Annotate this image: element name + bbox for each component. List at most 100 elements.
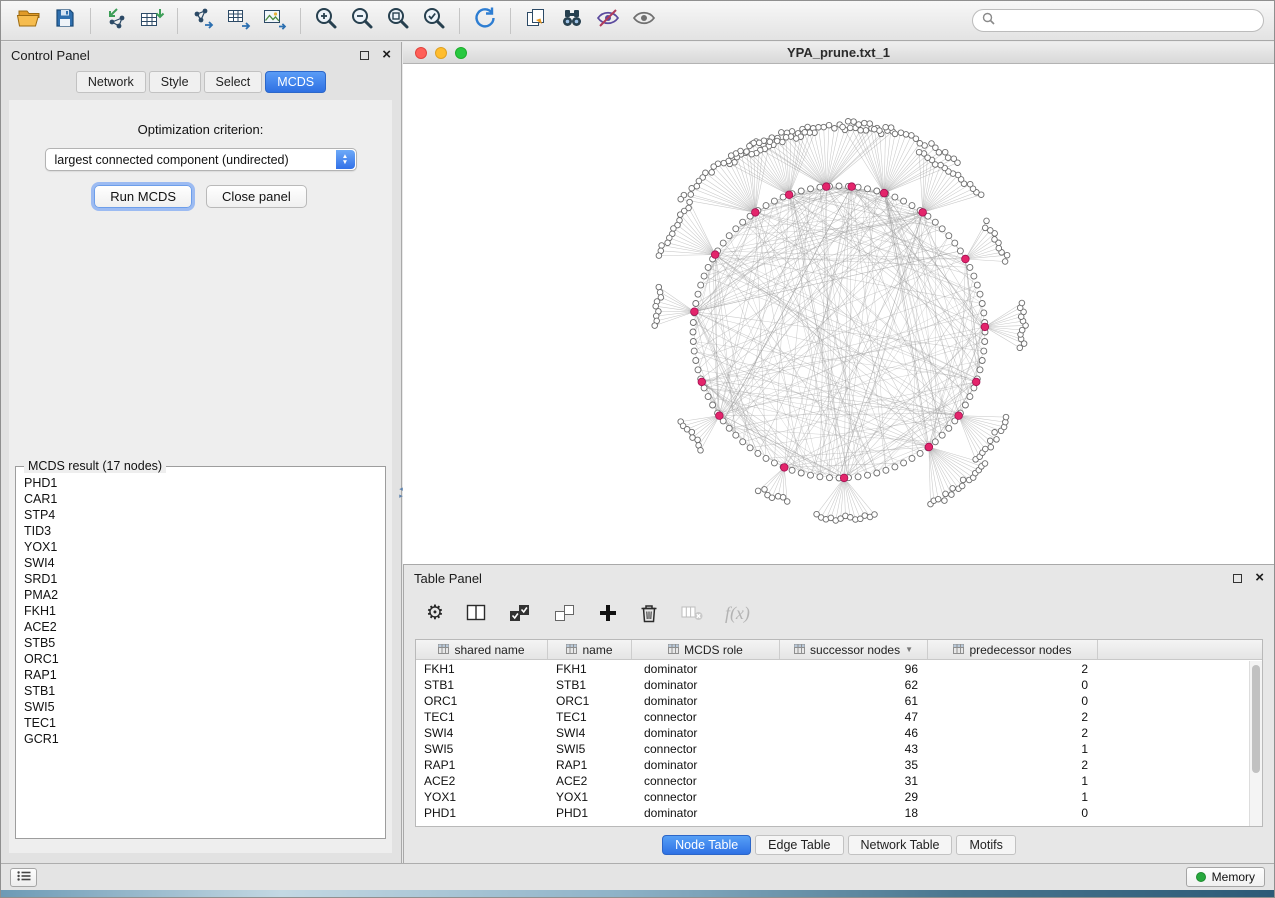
mcds-result-item[interactable]: RAP1: [24, 667, 377, 683]
mcds-result-item[interactable]: STP4: [24, 507, 377, 523]
show-columns-button[interactable]: [465, 603, 487, 623]
close-panel-icon[interactable]: ×: [1255, 573, 1264, 583]
mcds-result-item[interactable]: SRD1: [24, 571, 377, 587]
table-cell-mcds-role: dominator: [632, 677, 780, 693]
add-column-button[interactable]: [598, 603, 618, 623]
network-title: YPA_prune.txt_1: [403, 45, 1274, 60]
mcds-result-item[interactable]: STB1: [24, 683, 377, 699]
mcds-result-item[interactable]: GCR1: [24, 731, 377, 747]
zoom-in-button[interactable]: [308, 5, 344, 37]
table-cell-shared-name: STB1: [416, 677, 548, 693]
tab-network-table[interactable]: Network Table: [848, 835, 953, 855]
export-image-button[interactable]: [257, 5, 293, 37]
column-header-shared-name[interactable]: shared name: [416, 640, 548, 659]
collapse-left-icon[interactable]: ◂: [396, 486, 406, 493]
zoom-out-button[interactable]: [344, 5, 380, 37]
memory-button[interactable]: Memory: [1186, 867, 1265, 887]
network-graph[interactable]: [403, 64, 1274, 564]
table-row[interactable]: SWI5SWI5connector431: [416, 741, 1249, 757]
column-header-predecessor-nodes[interactable]: predecessor nodes: [928, 640, 1098, 659]
deselect-all-button[interactable]: [553, 603, 577, 623]
table-cell-name: STB1: [548, 677, 632, 693]
save-session-button[interactable]: [47, 5, 83, 37]
mcds-result-item[interactable]: CAR1: [24, 491, 377, 507]
mcds-result-item[interactable]: SWI5: [24, 699, 377, 715]
search-icon: [982, 12, 995, 30]
mcds-result-item[interactable]: PHD1: [24, 475, 377, 491]
network-canvas[interactable]: [403, 64, 1274, 564]
minimize-window-icon[interactable]: [435, 47, 447, 59]
open-file-button[interactable]: [11, 5, 47, 37]
column-header-name[interactable]: name: [548, 640, 632, 659]
float-panel-icon[interactable]: [360, 51, 369, 60]
find-neighbors-button[interactable]: [554, 5, 590, 37]
scrollbar-thumb[interactable]: [1252, 665, 1260, 773]
table-row[interactable]: YOX1YOX1connector291: [416, 789, 1249, 805]
mcds-result-item[interactable]: TEC1: [24, 715, 377, 731]
tab-network[interactable]: Network: [76, 71, 146, 93]
show-all-button[interactable]: [626, 5, 662, 37]
table-cell-predecessor-nodes: 2: [928, 757, 1098, 773]
table-row[interactable]: STB1STB1dominator620: [416, 677, 1249, 693]
tab-style[interactable]: Style: [149, 71, 201, 93]
function-builder-button[interactable]: f(x): [725, 603, 750, 624]
mcds-result-item[interactable]: FKH1: [24, 603, 377, 619]
delete-column-button[interactable]: [680, 604, 704, 622]
close-mcds-panel-button[interactable]: Close panel: [206, 185, 307, 208]
select-all-button[interactable]: [508, 603, 532, 623]
delete-row-button[interactable]: [639, 602, 659, 624]
table-row[interactable]: SWI4SWI4dominator462: [416, 725, 1249, 741]
table-row[interactable]: RAP1RAP1dominator352: [416, 757, 1249, 773]
search-box[interactable]: [972, 9, 1264, 32]
mcds-result-item[interactable]: ACE2: [24, 619, 377, 635]
mcds-buttons: Run MCDS Close panel: [9, 185, 392, 208]
tab-node-table[interactable]: Node Table: [662, 835, 751, 855]
app-window: Control Panel × Network Style Select MCD…: [0, 0, 1275, 898]
float-panel-icon[interactable]: [1233, 574, 1242, 583]
table-row[interactable]: TEC1TEC1connector472: [416, 709, 1249, 725]
close-panel-icon[interactable]: ×: [382, 50, 391, 60]
run-mcds-button[interactable]: Run MCDS: [94, 185, 192, 208]
maximize-window-icon[interactable]: [455, 47, 467, 59]
tab-edge-table[interactable]: Edge Table: [755, 835, 843, 855]
mcds-result-item[interactable]: ORC1: [24, 651, 377, 667]
eye-icon: [631, 6, 657, 35]
export-network-icon: [190, 6, 216, 35]
tab-mcds[interactable]: MCDS: [265, 71, 326, 93]
table-row[interactable]: PHD1PHD1dominator180: [416, 805, 1249, 821]
mcds-result-item[interactable]: PMA2: [24, 587, 377, 603]
mcds-result-item[interactable]: TID3: [24, 523, 377, 539]
optimization-criterion-select[interactable]: largest connected component (undirected)…: [45, 148, 357, 171]
duplicate-network-button[interactable]: [518, 5, 554, 37]
table-cell-mcds-role: dominator: [632, 757, 780, 773]
network-window-titlebar[interactable]: YPA_prune.txt_1: [403, 42, 1274, 64]
column-header-successor-nodes[interactable]: successor nodes▼: [780, 640, 928, 659]
mcds-result-list[interactable]: PHD1CAR1STP4TID3YOX1SWI4SRD1PMA2FKH1ACE2…: [24, 475, 377, 832]
zoom-fit-button[interactable]: [380, 5, 416, 37]
table-body: FKH1FKH1dominator962STB1STB1dominator620…: [416, 661, 1249, 826]
zoom-selected-button[interactable]: [416, 5, 452, 37]
task-history-button[interactable]: [10, 868, 37, 887]
expand-right-icon[interactable]: ▸: [396, 493, 406, 500]
hide-selected-button[interactable]: [590, 5, 626, 37]
export-table-button[interactable]: [221, 5, 257, 37]
table-scrollbar[interactable]: [1249, 661, 1262, 826]
import-network-button[interactable]: [98, 5, 134, 37]
mcds-result-item[interactable]: SWI4: [24, 555, 377, 571]
export-network-button[interactable]: [185, 5, 221, 37]
table-settings-button[interactable]: ⚙: [426, 603, 444, 623]
table-row[interactable]: ACE2ACE2connector311: [416, 773, 1249, 789]
table-row[interactable]: FKH1FKH1dominator962: [416, 661, 1249, 677]
close-window-icon[interactable]: [415, 47, 427, 59]
search-input[interactable]: [1001, 14, 1254, 28]
column-header-mcds-role[interactable]: MCDS role: [632, 640, 780, 659]
table-row[interactable]: ORC1ORC1dominator610: [416, 693, 1249, 709]
tab-select[interactable]: Select: [204, 71, 263, 93]
mcds-result-item[interactable]: STB5: [24, 635, 377, 651]
table-cell-name: TEC1: [548, 709, 632, 725]
import-table-button[interactable]: [134, 5, 170, 37]
panel-splitter-handle[interactable]: ◂▸: [396, 486, 406, 500]
refresh-layout-button[interactable]: [467, 5, 503, 37]
tab-motifs[interactable]: Motifs: [956, 835, 1015, 855]
mcds-result-item[interactable]: YOX1: [24, 539, 377, 555]
